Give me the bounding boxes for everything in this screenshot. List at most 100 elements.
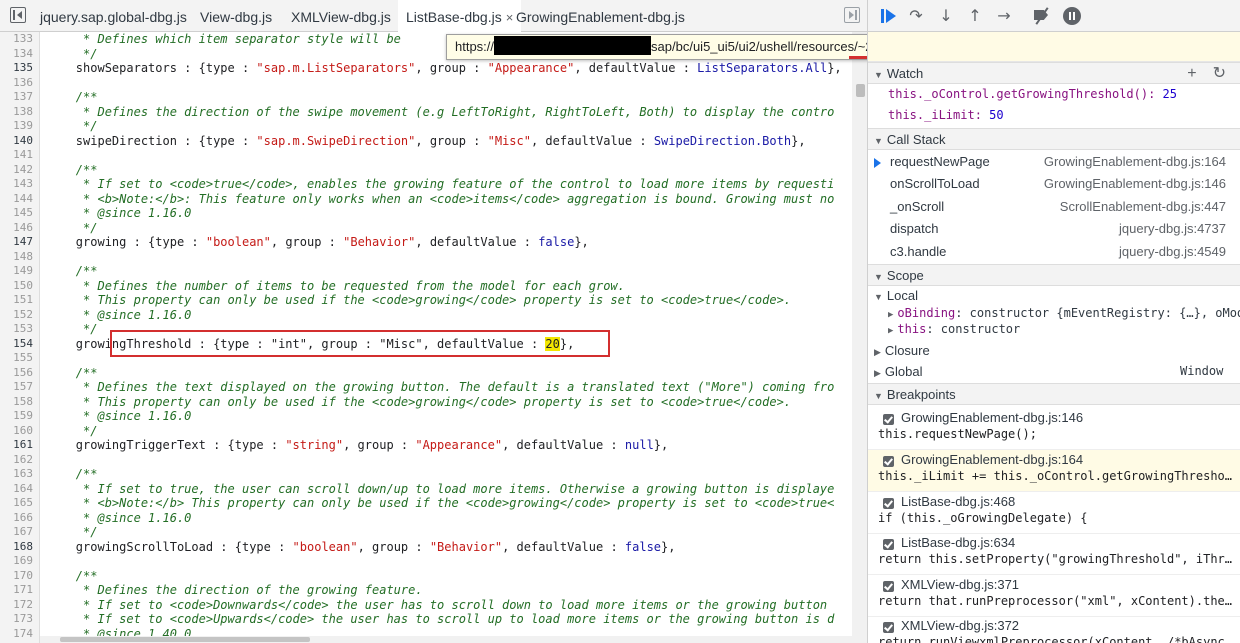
tab-xmlview-dbg[interactable]: XMLView-dbg.js (291, 0, 391, 32)
breakpoints-section-header[interactable]: ▼ Breakpoints (868, 383, 1240, 405)
line-number[interactable]: 171 (13, 583, 33, 597)
line-number[interactable]: 158 (13, 395, 33, 409)
line-number[interactable]: 140 (13, 134, 33, 148)
line-number[interactable]: 161 (13, 438, 33, 452)
tab-growingenablement-dbg[interactable]: GrowingEnablement-dbg.js (516, 0, 685, 32)
call-frame[interactable]: c3.handle jquery-dbg.js:4549 (868, 241, 1240, 263)
paused-banner (868, 32, 1240, 62)
line-number[interactable]: 155 (13, 351, 33, 365)
tab-view-dbg[interactable]: View-dbg.js (200, 0, 272, 32)
deactivate-breakpoints-icon[interactable] (1032, 6, 1052, 26)
line-number[interactable]: 138 (13, 105, 33, 119)
line-number[interactable]: 168 (13, 540, 33, 554)
line-number[interactable]: 141 (13, 148, 33, 162)
line-number[interactable]: 170 (13, 569, 33, 583)
line-number[interactable]: 173 (13, 612, 33, 626)
call-frame[interactable]: requestNewPage GrowingEnablement-dbg.js:1… (868, 151, 1240, 173)
horizontal-scrollbar[interactable] (40, 636, 852, 643)
scope-section-header[interactable]: ▼ Scope (868, 264, 1240, 286)
line-number[interactable]: 135 (13, 61, 33, 75)
frame-location[interactable]: ScrollEnablement-dbg.js:447 (1060, 196, 1226, 218)
scrollbar-thumb[interactable] (856, 84, 865, 97)
line-number[interactable]: 160 (13, 424, 33, 438)
line-number[interactable]: 152 (13, 308, 33, 322)
vertical-scrollbar[interactable] (852, 32, 867, 643)
line-number[interactable]: 159 (13, 409, 33, 423)
line-number[interactable]: 147 (13, 235, 33, 249)
breakpoint-checkbox[interactable] (883, 456, 894, 467)
refresh-watch-icon[interactable]: ↻ (1213, 65, 1226, 82)
toggle-debugger-icon[interactable] (844, 7, 860, 23)
call-frame[interactable]: onScrollToLoad GrowingEnablement-dbg.js:1… (868, 173, 1240, 195)
tab-close-icon[interactable]: × (506, 10, 514, 25)
line-number[interactable]: 154 (13, 337, 33, 351)
line-number[interactable]: 151 (13, 293, 33, 307)
line-number[interactable]: 172 (13, 598, 33, 612)
scope-var-obinding[interactable]: ▶ oBinding: constructor {mEventRegistry: … (888, 306, 1240, 320)
breakpoint-item[interactable]: GrowingEnablement-dbg.js:146 this.request… (868, 408, 1240, 450)
line-number[interactable]: 143 (13, 177, 33, 191)
line-number[interactable]: 148 (13, 250, 33, 264)
tab-jquery-sap-global[interactable]: jquery.sap.global-dbg.js (40, 0, 187, 32)
scope-local[interactable]: ▼ Local (874, 288, 918, 303)
line-number[interactable]: 134 (13, 47, 33, 61)
breakpoint-item[interactable]: XMLView-dbg.js:371 return that.runPreproc… (868, 575, 1240, 617)
line-number[interactable]: 144 (13, 192, 33, 206)
scope-global[interactable]: ▶ Global (874, 364, 923, 379)
line-number[interactable]: 149 (13, 264, 33, 278)
step-into-icon[interactable]: ↓ (936, 6, 956, 26)
scope-var-this[interactable]: ▶ this: constructor (888, 322, 1020, 336)
line-number[interactable]: 153 (13, 322, 33, 336)
call-frame[interactable]: dispatch jquery-dbg.js:4737 (868, 218, 1240, 240)
tab-listbase-dbg[interactable]: ListBase-dbg.js × (398, 0, 522, 32)
watch-expression[interactable]: this._iLimit: 50 (888, 108, 1004, 122)
line-number-gutter[interactable]: 133 134 135 136 137 138 139 140 141 142 143 144 145 1… (0, 32, 40, 643)
line-number[interactable]: 169 (13, 554, 33, 568)
line-number[interactable]: 137 (13, 90, 33, 104)
frame-location[interactable]: GrowingEnablement-dbg.js:164 (1044, 151, 1226, 173)
breakpoint-item[interactable]: GrowingEnablement-dbg.js:164 this._iLimit… (868, 450, 1240, 492)
redacted-host (494, 36, 652, 55)
breakpoint-checkbox[interactable] (883, 581, 894, 592)
line-number[interactable]: 146 (13, 221, 33, 235)
step-icon[interactable]: → (994, 6, 1014, 26)
line-number[interactable]: 133 (13, 32, 33, 46)
call-frame[interactable]: _onScroll ScrollEnablement-dbg.js:447 (868, 196, 1240, 218)
frame-location[interactable]: jquery-dbg.js:4737 (1119, 218, 1226, 240)
scrollbar-thumb[interactable] (60, 637, 310, 642)
breakpoint-item[interactable]: XMLView-dbg.js:372 return runViewxmlPrepr… (868, 616, 1240, 643)
line-number[interactable]: 150 (13, 279, 33, 293)
breakpoint-checkbox[interactable] (883, 414, 894, 425)
frame-location[interactable]: jquery-dbg.js:4549 (1119, 241, 1226, 263)
line-number[interactable]: 163 (13, 467, 33, 481)
line-number[interactable]: 142 (13, 163, 33, 177)
watch-section-header[interactable]: ▼ Watch + ↻ (868, 62, 1240, 84)
line-number[interactable]: 136 (13, 76, 33, 90)
resume-icon[interactable] (878, 6, 898, 26)
line-number[interactable]: 139 (13, 119, 33, 133)
frame-location[interactable]: GrowingEnablement-dbg.js:146 (1044, 173, 1226, 195)
line-number[interactable]: 157 (13, 380, 33, 394)
breakpoint-checkbox[interactable] (883, 498, 894, 509)
call-stack-section-header[interactable]: ▼ Call Stack (868, 128, 1240, 150)
line-number[interactable]: 166 (13, 511, 33, 525)
watch-expression[interactable]: this._oControl.getGrowingThreshold(): 25 (888, 87, 1177, 101)
breakpoint-item[interactable]: ListBase-dbg.js:468 if (this._oGrowingDel… (868, 492, 1240, 534)
breakpoint-checkbox[interactable] (883, 539, 894, 550)
breakpoint-item[interactable]: ListBase-dbg.js:634 return this.setProper… (868, 533, 1240, 575)
line-number[interactable]: 165 (13, 496, 33, 510)
code-comment: * Defines the direction of the swipe mov… (40, 104, 835, 119)
step-over-icon[interactable]: ↷ (906, 6, 926, 26)
line-number[interactable]: 164 (13, 482, 33, 496)
toggle-navigator-icon[interactable] (10, 7, 26, 23)
line-number[interactable]: 156 (13, 366, 33, 380)
line-number[interactable]: 174 (13, 627, 33, 641)
breakpoint-checkbox[interactable] (883, 622, 894, 633)
line-number[interactable]: 162 (13, 453, 33, 467)
scope-closure[interactable]: ▶ Closure (874, 343, 930, 358)
line-number[interactable]: 167 (13, 525, 33, 539)
step-out-icon[interactable]: ↑ (965, 6, 985, 26)
add-watch-icon[interactable]: + (1187, 65, 1196, 82)
line-number[interactable]: 145 (13, 206, 33, 220)
pause-on-exceptions-icon[interactable] (1062, 6, 1082, 26)
